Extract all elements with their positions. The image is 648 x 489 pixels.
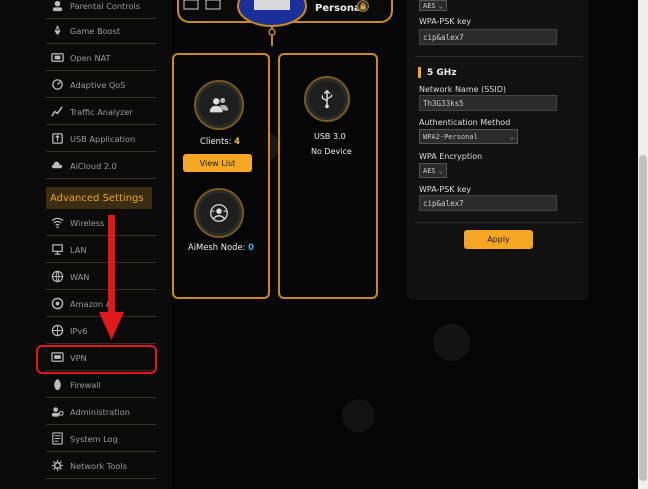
- auth-method-select[interactable]: WPA2-Personal ⌄: [419, 129, 518, 144]
- sidebar-item-label: AiCloud 2.0: [70, 160, 117, 171]
- sidebar-item-open-nat[interactable]: Open NAT: [46, 45, 156, 71]
- sidebar-item-label: Traffic Analyzer: [70, 106, 133, 117]
- psk-key-input-2g[interactable]: cip&alex7: [419, 29, 557, 45]
- view-list-button[interactable]: View List: [183, 154, 252, 172]
- ssid-input[interactable]: Th3G33ks5: [419, 95, 557, 111]
- amazon-icon: [50, 297, 64, 311]
- sidebar: Parental Controls Game Boost Open NAT Ad…: [0, 0, 172, 489]
- sidebar-item-wan[interactable]: WAN: [46, 264, 156, 290]
- sidebar-item-label: Amazon Al: [70, 298, 114, 309]
- usb-icon: [50, 132, 64, 146]
- psk-key-label-2g: WPA-PSK key: [419, 17, 472, 26]
- usb-port-label: USB 3.0: [314, 132, 346, 141]
- aimesh-count[interactable]: 0: [248, 242, 254, 252]
- aimesh-label: AiMesh Node:: [188, 242, 246, 252]
- apply-button[interactable]: Apply: [464, 230, 533, 249]
- sidebar-item-label: Adaptive QoS: [70, 79, 126, 90]
- sidebar-item-wireless[interactable]: Wireless: [46, 210, 156, 236]
- wpa-encryption-label: WPA Encryption: [419, 152, 483, 161]
- sidebar-item-traffic-analyzer[interactable]: Traffic Analyzer: [46, 99, 156, 125]
- chevron-down-icon: ⌄: [438, 166, 443, 175]
- nat-icon: [50, 51, 64, 65]
- sidebar-item-game-boost[interactable]: Game Boost: [46, 18, 156, 44]
- sidebar-item-administration[interactable]: Administration: [46, 399, 156, 425]
- wpa-encryption-select[interactable]: AES ⌄: [419, 163, 447, 178]
- sidebar-item-amazon-alexa[interactable]: Amazon Al: [46, 291, 156, 317]
- sidebar-item-label: Firewall: [70, 379, 101, 390]
- clients-icon[interactable]: [194, 80, 244, 130]
- firewall-icon: [50, 378, 64, 392]
- sidebar-item-label: Administration: [70, 406, 130, 417]
- sidebar-item-label: USB Application: [70, 133, 136, 144]
- ssid-label: Network Name (SSID): [419, 85, 507, 94]
- admin-icon: [50, 405, 64, 419]
- usb-device-icon[interactable]: [304, 76, 350, 122]
- sidebar-item-parental-controls[interactable]: Parental Controls: [46, 0, 156, 19]
- chevron-down-icon: ⌄: [438, 1, 443, 10]
- wireless-settings-panel: [407, 0, 589, 300]
- auth-method-label: Authentication Method: [419, 118, 511, 127]
- aimesh-icon[interactable]: [194, 188, 244, 238]
- sidebar-item-label: LAN: [70, 244, 87, 255]
- sidebar-item-label: IPv6: [70, 325, 88, 336]
- rocket-icon: [50, 24, 64, 38]
- ipv6-icon: [50, 324, 64, 338]
- sidebar-item-network-tools[interactable]: Network Tools: [46, 453, 156, 479]
- scrollbar-thumb[interactable]: [639, 155, 647, 481]
- vpn-highlight-box: [36, 345, 157, 374]
- clients-count[interactable]: 4: [234, 136, 240, 146]
- lock-icon: [357, 0, 369, 12]
- advanced-settings-header: Advanced Settings: [46, 187, 152, 209]
- clients-label: Clients:: [200, 136, 232, 146]
- lan-icon: [50, 243, 64, 257]
- sidebar-item-label: Network Tools: [70, 460, 127, 471]
- sidebar-item-aicloud[interactable]: AiCloud 2.0: [46, 153, 156, 179]
- wan-icon: [50, 270, 64, 284]
- psk-key-label-5g: WPA-PSK key: [419, 185, 472, 194]
- chevron-down-icon: ⌄: [509, 132, 514, 141]
- log-icon: [50, 432, 64, 446]
- sidebar-item-label: Parental Controls: [70, 0, 140, 11]
- wireless-icon: [50, 216, 64, 230]
- sidebar-item-lan[interactable]: LAN: [46, 237, 156, 263]
- tools-icon: [50, 459, 64, 473]
- cloud-icon: [50, 159, 64, 173]
- sidebar-item-system-log[interactable]: System Log: [46, 426, 156, 452]
- wpa-encryption-select-2g[interactable]: AES ⌄: [419, 0, 447, 11]
- sidebar-item-label: Open NAT: [70, 52, 111, 63]
- sidebar-item-adaptive-qos[interactable]: Adaptive QoS: [46, 72, 156, 98]
- sidebar-item-label: System Log: [70, 433, 118, 444]
- sidebar-item-ipv6[interactable]: IPv6: [46, 318, 156, 344]
- parental-icon: [50, 0, 64, 13]
- usb-status: No Device: [311, 147, 352, 156]
- sidebar-item-firewall[interactable]: Firewall: [46, 372, 156, 398]
- psk-key-input-5g[interactable]: cip&alex7: [419, 195, 557, 211]
- sidebar-item-label: Wireless: [70, 217, 105, 228]
- sidebar-item-usb-application[interactable]: USB Application: [46, 126, 156, 152]
- qos-icon: [50, 78, 64, 92]
- sidebar-item-label: Game Boost: [70, 25, 121, 36]
- sidebar-item-label: WAN: [70, 271, 90, 282]
- band-5ghz-title: 5 GHz: [427, 67, 457, 78]
- page-scrollbar[interactable]: [638, 0, 648, 489]
- analyzer-icon: [50, 105, 64, 119]
